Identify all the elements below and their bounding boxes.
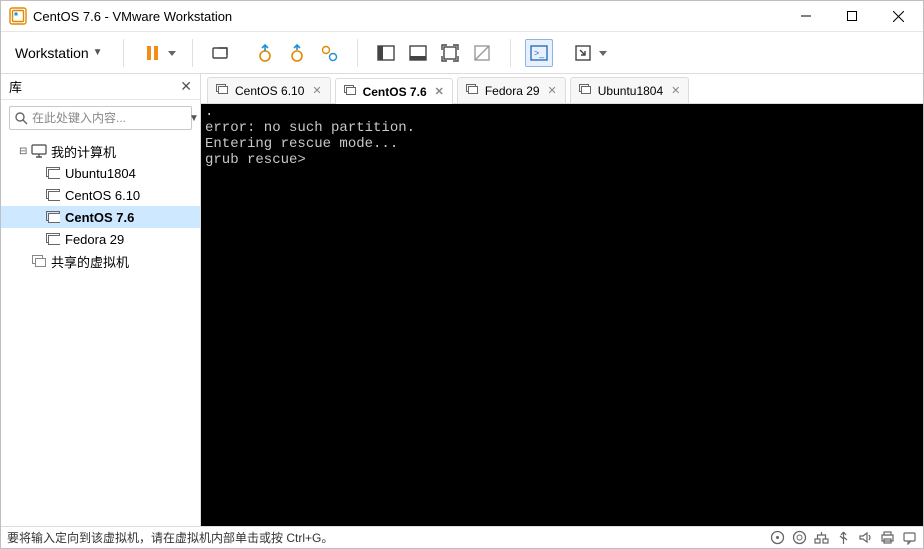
search-input[interactable] (32, 111, 187, 125)
tree-label: CentOS 7.6 (65, 210, 134, 225)
tab-fedora29[interactable]: Fedora 29 ✕ (457, 77, 566, 103)
send-ctrl-alt-del-button[interactable] (207, 39, 235, 67)
cd-icon[interactable] (791, 530, 807, 546)
separator (192, 39, 193, 67)
vm-icon (45, 187, 61, 203)
network-icon[interactable] (813, 530, 829, 546)
separator (123, 39, 124, 67)
vm-icon (579, 84, 593, 98)
svg-text:>_: >_ (534, 48, 545, 58)
toolbar: Workstation ▼ (1, 31, 923, 73)
tree-label: CentOS 6.10 (65, 188, 140, 203)
statusbar-text: 要将输入定向到该虚拟机，请在虚拟机内部单击或按 Ctrl+G。 (7, 529, 769, 546)
tree-label: 我的计算机 (51, 142, 116, 161)
vm-icon (45, 231, 61, 247)
show-sidebar-button[interactable] (372, 39, 400, 67)
tree-vm-centos76[interactable]: CentOS 7.6 (1, 206, 200, 228)
status-icons (769, 530, 917, 546)
separator (357, 39, 358, 67)
pause-dropdown[interactable] (166, 39, 178, 67)
sidebar-header: 库 ✕ (1, 74, 200, 100)
snapshot-button[interactable] (251, 39, 279, 67)
tab-strip: CentOS 6.10 ✕ CentOS 7.6 ✕ Fedora 29 ✕ U… (201, 74, 923, 104)
window-title: CentOS 7.6 - VMware Workstation (33, 9, 783, 24)
tree-vm-fedora29[interactable]: Fedora 29 (1, 228, 200, 250)
revert-snapshot-button[interactable] (283, 39, 311, 67)
tab-label: CentOS 7.6 (363, 85, 427, 99)
tab-label: Fedora 29 (485, 84, 540, 98)
fullscreen-dropdown[interactable] (597, 39, 609, 67)
tab-label: CentOS 6.10 (235, 84, 304, 98)
tab-close-icon[interactable]: ✕ (548, 84, 557, 97)
tab-label: Ubuntu1804 (598, 84, 663, 98)
tree-vm-centos610[interactable]: CentOS 6.10 (1, 184, 200, 206)
tab-centos76[interactable]: CentOS 7.6 ✕ (335, 78, 453, 104)
messages-icon[interactable] (901, 530, 917, 546)
close-button[interactable] (875, 1, 921, 31)
tab-close-icon[interactable]: ✕ (312, 84, 321, 97)
tree-my-computer[interactable]: ⊟ 我的计算机 (1, 140, 200, 162)
statusbar: 要将输入定向到该虚拟机，请在虚拟机内部单击或按 Ctrl+G。 (1, 526, 923, 548)
maximize-button[interactable] (829, 1, 875, 31)
tab-close-icon[interactable]: ✕ (671, 84, 680, 97)
vm-icon (216, 84, 230, 98)
vm-icon (45, 209, 61, 225)
tree-label: Ubuntu1804 (65, 166, 136, 181)
tab-close-icon[interactable]: ✕ (435, 85, 444, 98)
content-area: CentOS 6.10 ✕ CentOS 7.6 ✕ Fedora 29 ✕ U… (201, 74, 923, 526)
console-view-button[interactable]: >_ (525, 39, 553, 67)
tree-shared-vms[interactable]: 共享的虚拟机 (1, 250, 200, 272)
search-icon (14, 111, 28, 125)
usb-icon[interactable] (835, 530, 851, 546)
vm-icon (344, 85, 358, 99)
printer-icon[interactable] (879, 530, 895, 546)
minimize-button[interactable] (783, 1, 829, 31)
search-dropdown-icon[interactable]: ▼ (187, 113, 201, 124)
fullscreen-button[interactable] (569, 39, 597, 67)
tab-centos610[interactable]: CentOS 6.10 ✕ (207, 77, 331, 103)
fit-guest-button[interactable] (436, 39, 464, 67)
tab-ubuntu1804[interactable]: Ubuntu1804 ✕ (570, 77, 690, 103)
sidebar-title: 库 (9, 77, 22, 96)
unity-mode-button[interactable] (468, 39, 496, 67)
app-icon (9, 7, 27, 25)
titlebar: CentOS 7.6 - VMware Workstation (1, 1, 923, 31)
vm-icon (466, 84, 480, 98)
sidebar: 库 ✕ ▼ ⊟ 我的计算机 (1, 74, 201, 526)
vm-console[interactable]: . error: no such partition. Entering res… (201, 104, 923, 526)
library-tree: ⊟ 我的计算机 Ubuntu1804 CentOS 6.10 CentOS (1, 136, 200, 526)
pause-button[interactable] (138, 39, 166, 67)
tree-label: 共享的虚拟机 (51, 252, 129, 271)
vm-icon (45, 165, 61, 181)
collapse-icon[interactable]: ⊟ (19, 146, 31, 157)
sidebar-close-icon[interactable]: ✕ (180, 78, 192, 95)
separator (510, 39, 511, 67)
show-bottom-panel-button[interactable] (404, 39, 432, 67)
tree-label: Fedora 29 (65, 232, 124, 247)
computer-icon (31, 143, 47, 159)
shared-icon (31, 253, 47, 269)
snapshot-manager-button[interactable] (315, 39, 343, 67)
disk-icon[interactable] (769, 530, 785, 546)
tree-vm-ubuntu1804[interactable]: Ubuntu1804 (1, 162, 200, 184)
chevron-down-icon: ▼ (93, 47, 103, 58)
sound-icon[interactable] (857, 530, 873, 546)
workstation-menu-label: Workstation (15, 45, 89, 61)
workstation-menu[interactable]: Workstation ▼ (9, 41, 109, 65)
search-box[interactable]: ▼ (9, 106, 192, 130)
